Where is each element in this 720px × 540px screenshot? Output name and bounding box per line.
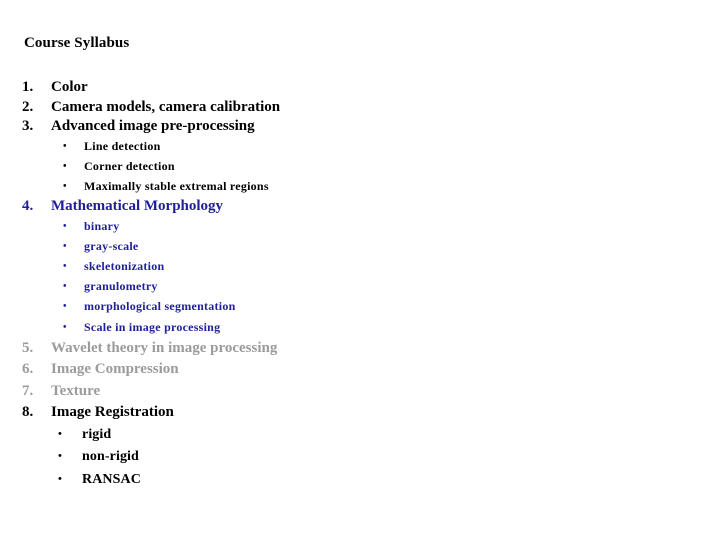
bullet-icon: • [63, 140, 67, 152]
outline-subitem-label: RANSAC [82, 471, 141, 487]
outline-subitem-8-3: • RANSAC [0, 469, 720, 492]
outline-subitem-4-3: • skeletonization [0, 257, 720, 277]
bullet-icon: • [63, 281, 67, 293]
outline-subitem-label: non-rigid [82, 449, 139, 465]
bullet-icon: • [63, 321, 67, 333]
bullet-icon: • [63, 160, 67, 172]
outline-subitem-label: Line detection [84, 138, 161, 153]
syllabus-outline: 1. Color 2. Camera models, camera calibrati… [0, 78, 720, 491]
bullet-icon: • [63, 220, 67, 232]
outline-item-label: Advanced image pre-processing [51, 118, 255, 134]
outline-subitem-4-2: • gray-scale [0, 237, 720, 257]
outline-subitem-3-2: • Corner detection [0, 157, 720, 177]
outline-item-3: 3. Advanced image pre-processing [0, 117, 720, 137]
outline-subitem-label: rigid [82, 426, 112, 442]
bullet-icon: • [63, 261, 67, 273]
outline-item-number: 8. [22, 404, 34, 421]
outline-item-number: 4. [22, 198, 34, 215]
outline-item-number: 1. [22, 79, 34, 95]
outline-subitem-label: gray-scale [84, 238, 139, 253]
outline-item-label: Wavelet theory in image processing [51, 339, 278, 356]
outline-item-2: 2. Camera models, camera calibration [0, 98, 720, 118]
outline-item-label: Color [51, 79, 88, 95]
outline-subitem-label: skeletonization [84, 259, 165, 274]
outline-subitem-4-5: • morphological segmentation [0, 297, 720, 317]
outline-item-label: Image Registration [51, 404, 174, 421]
outline-subitem-3-3: • Maximally stable extremal regions [0, 177, 720, 197]
outline-subitem-3-1: • Line detection [0, 137, 720, 157]
slide-canvas: Course Syllabus 1. Color 2. Camera models, … [0, 0, 720, 540]
outline-subitem-8-1: • rigid [0, 424, 720, 447]
outline-item-number: 2. [22, 98, 34, 115]
outline-subitem-8-2: • non-rigid [0, 446, 720, 469]
outline-item-number: 6. [22, 361, 34, 378]
outline-subitem-label: Maximally stable extremal regions [84, 178, 269, 193]
outline-item-number: 5. [22, 339, 34, 356]
outline-item-6: 6. Image Compression [0, 359, 720, 381]
outline-item-1: 1. Color [0, 78, 720, 98]
outline-item-4: 4. Mathematical Morphology [0, 197, 720, 217]
outline-item-7: 7. Texture [0, 381, 720, 403]
bullet-icon: • [58, 472, 62, 485]
outline-item-label: Mathematical Morphology [51, 198, 224, 215]
outline-item-8: 8. Image Registration [0, 402, 720, 424]
page-title: Course Syllabus [24, 35, 130, 51]
bullet-icon: • [63, 240, 67, 252]
outline-subitem-label: Corner detection [84, 158, 175, 173]
outline-item-label: Texture [51, 382, 101, 399]
outline-subitem-label: granulometry [84, 279, 158, 294]
bullet-icon: • [63, 301, 67, 313]
bullet-icon: • [58, 427, 62, 440]
bullet-icon: • [58, 450, 62, 463]
bullet-icon: • [63, 180, 67, 192]
outline-item-label: Camera models, camera calibration [51, 98, 281, 115]
outline-subitem-label: binary [84, 218, 120, 233]
outline-subitem-4-1: • binary [0, 217, 720, 237]
outline-item-label: Image Compression [51, 361, 179, 378]
outline-subitem-label: Scale in image processing [84, 319, 221, 334]
outline-item-number: 7. [22, 382, 34, 399]
outline-subitem-4-6: • Scale in image processing [0, 318, 720, 338]
outline-item-5: 5. Wavelet theory in image processing [0, 338, 720, 360]
outline-subitem-label: morphological segmentation [84, 299, 236, 314]
outline-subitem-4-4: • granulometry [0, 277, 720, 297]
outline-item-number: 3. [22, 118, 34, 134]
